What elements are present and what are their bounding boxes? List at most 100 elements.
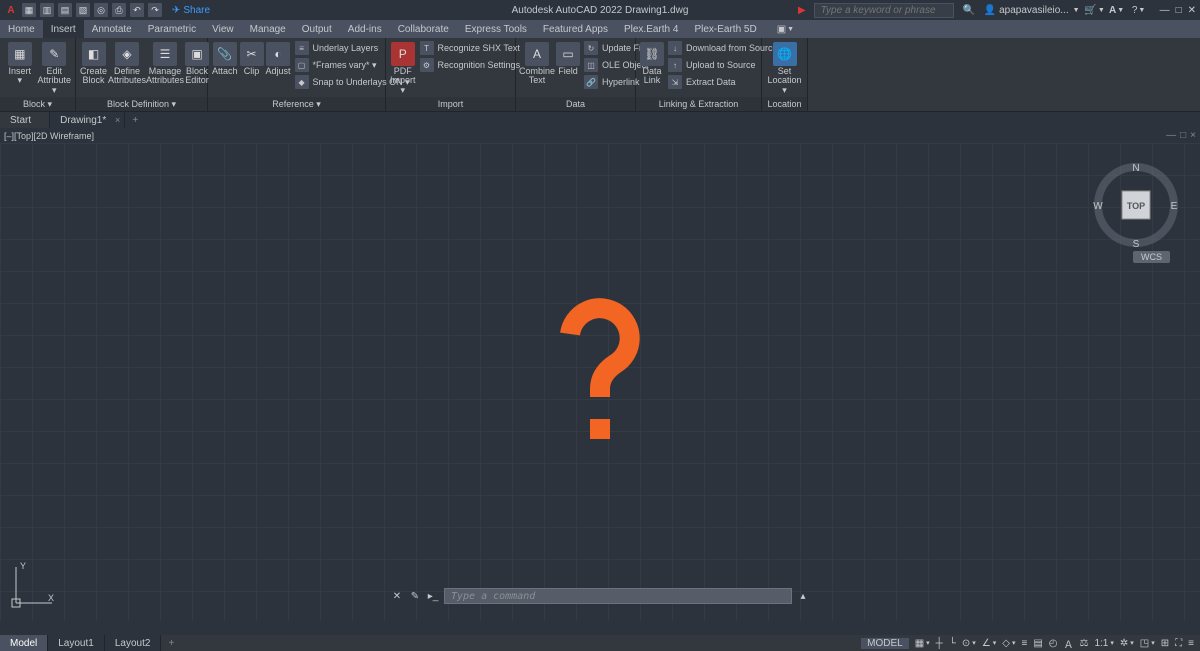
status-scale-button[interactable]: 1:1 ▾: [1094, 638, 1113, 649]
recog-settings-button[interactable]: ⚙Recognition Settings: [418, 57, 523, 73]
combine-text-button[interactable]: ACombine Text: [520, 40, 554, 86]
tab-collaborate[interactable]: Collaborate: [390, 20, 457, 38]
vp-restore-icon[interactable]: □: [1180, 130, 1186, 141]
tab-output[interactable]: Output: [294, 20, 340, 38]
close-icon[interactable]: ✕: [1188, 5, 1196, 16]
field-button[interactable]: ▭Field: [556, 40, 580, 76]
block-editor-button[interactable]: ▣Block Editor: [185, 40, 209, 86]
clip-button[interactable]: ✂Clip: [240, 40, 264, 76]
qat-saveas-icon[interactable]: ▧: [76, 3, 90, 17]
bottom-add-tab[interactable]: +: [161, 635, 181, 651]
svg-text:X: X: [48, 593, 54, 603]
filetab-drawing1[interactable]: Drawing1*×: [50, 112, 125, 128]
tab-insert[interactable]: Insert: [43, 20, 84, 38]
panel-linkext-title: Linking & Extraction: [636, 97, 761, 111]
vp-close-icon[interactable]: ×: [1190, 130, 1196, 141]
cmd-customize-icon[interactable]: ✎: [408, 589, 422, 603]
bottom-tab-model[interactable]: Model: [0, 635, 48, 651]
status-cleanscreen2-icon[interactable]: ⛶: [1175, 638, 1182, 649]
qat-open-icon[interactable]: ▥: [40, 3, 54, 17]
app-logo[interactable]: A: [4, 3, 18, 17]
create-block-button[interactable]: ◧Create Block: [80, 40, 107, 86]
viewport-label[interactable]: [–][Top][2D Wireframe]: [4, 131, 94, 141]
autodesk-icon[interactable]: A▼: [1110, 3, 1124, 17]
tab-view[interactable]: View: [204, 20, 242, 38]
user-menu[interactable]: 👤 apapavasileio... ▼: [984, 5, 1080, 16]
status-snap-icon[interactable]: ┼: [936, 638, 943, 649]
insert-block-button[interactable]: ▦Insert ▾: [4, 40, 35, 86]
status-ortho-icon[interactable]: └: [949, 638, 956, 649]
tab-plex5d[interactable]: Plex-Earth 5D: [686, 20, 764, 38]
adjust-button[interactable]: ◐Adjust: [266, 40, 291, 76]
tab-manage[interactable]: Manage: [242, 20, 294, 38]
bottom-tab-layout1[interactable]: Layout1: [48, 635, 105, 651]
tab-express[interactable]: Express Tools: [457, 20, 535, 38]
ribbon-tabs: Home Insert Annotate Parametric View Man…: [0, 20, 1200, 38]
viewcube[interactable]: TOP N S E W: [1090, 159, 1182, 251]
status-grid-icon[interactable]: ▦ ▾: [915, 638, 930, 649]
manage-attributes-button[interactable]: ☰Manage Attributes: [147, 40, 183, 86]
filetab-start[interactable]: Start: [0, 112, 50, 128]
new-filetab-button[interactable]: +: [125, 112, 145, 128]
cmd-close-icon[interactable]: ✕: [390, 589, 404, 603]
qat-undo-icon[interactable]: ↶: [130, 3, 144, 17]
data-link-button[interactable]: ⛓Data Link: [640, 40, 664, 86]
attach-button[interactable]: 📎Attach: [212, 40, 238, 76]
status-osnap-icon[interactable]: ◇ ▾: [1002, 638, 1015, 649]
qat-web-icon[interactable]: ◎: [94, 3, 108, 17]
status-annotation-icon[interactable]: Ａ: [1064, 636, 1074, 651]
tab-home[interactable]: Home: [0, 20, 43, 38]
status-customize-icon[interactable]: ≡: [1188, 638, 1194, 649]
panel-block-title[interactable]: Block ▾: [0, 97, 75, 111]
define-attributes-button[interactable]: ◈Define Attributes: [109, 40, 145, 86]
search-input[interactable]: [814, 3, 954, 18]
close-tab-icon[interactable]: ×: [115, 115, 120, 125]
minimize-icon[interactable]: —: [1160, 5, 1170, 16]
qat-redo-icon[interactable]: ↷: [148, 3, 162, 17]
cart-icon[interactable]: 🛒▼: [1088, 3, 1102, 17]
status-units-icon[interactable]: ◳ ▾: [1140, 638, 1155, 649]
share-icon: ✈: [172, 5, 180, 16]
tab-featured[interactable]: Featured Apps: [535, 20, 616, 38]
tab-addins[interactable]: Add-ins: [340, 20, 390, 38]
status-polar-icon[interactable]: ⊙ ▾: [962, 638, 976, 649]
status-model-button[interactable]: MODEL: [861, 638, 909, 649]
download-icon: ↓: [668, 41, 682, 55]
status-quickprops-icon[interactable]: ⊞: [1161, 638, 1169, 649]
status-cycle-icon[interactable]: ◴: [1049, 638, 1058, 649]
status-lineweight-icon[interactable]: ≡: [1021, 638, 1027, 649]
panel-data-title: Data: [516, 97, 635, 111]
panel-reference-title[interactable]: Reference ▾: [208, 97, 385, 111]
qat-plot-icon[interactable]: ⎙: [112, 3, 126, 17]
status-annoscale-icon[interactable]: ⚖: [1080, 638, 1089, 649]
ucs-icon[interactable]: Y X: [8, 561, 58, 611]
command-input[interactable]: Type a command: [444, 588, 792, 604]
drawing-canvas[interactable]: Y X TOP N S E W WCS ✕ ✎ ▸_ Type a comman…: [0, 143, 1200, 621]
cmd-history-icon[interactable]: ▴: [796, 589, 810, 603]
cleanscreen-button[interactable]: ▣ ▼: [771, 20, 800, 38]
search-icon[interactable]: 🔍: [962, 3, 976, 17]
field-icon: ▭: [556, 42, 580, 66]
tab-parametric[interactable]: Parametric: [140, 20, 204, 38]
help-icon[interactable]: ?▼: [1132, 3, 1146, 17]
status-gear-icon[interactable]: ✲ ▾: [1120, 638, 1134, 649]
wcs-badge[interactable]: WCS: [1133, 251, 1170, 263]
panel-blockdef-title[interactable]: Block Definition ▾: [76, 97, 207, 111]
set-location-button[interactable]: 🌐Set Location ▾: [766, 40, 803, 95]
edit-attribute-button[interactable]: ✎Edit Attribute ▾: [37, 40, 71, 95]
vp-minimize-icon[interactable]: —: [1166, 130, 1176, 141]
status-iso-icon[interactable]: ∠ ▾: [982, 638, 996, 649]
tab-annotate[interactable]: Annotate: [84, 20, 140, 38]
edit-attribute-icon: ✎: [42, 42, 66, 66]
pdf-import-button[interactable]: PPDF Import ▾: [390, 40, 416, 95]
qat-new-icon[interactable]: ▦: [22, 3, 36, 17]
share-button[interactable]: ✈ Share: [172, 5, 210, 16]
shx-button[interactable]: TRecognize SHX Text: [418, 40, 523, 56]
snap-icon: ◆: [295, 75, 309, 89]
status-transparency-icon[interactable]: ▤: [1033, 638, 1042, 649]
bottom-tab-layout2[interactable]: Layout2: [105, 635, 162, 651]
restore-icon[interactable]: □: [1176, 5, 1182, 16]
svg-text:Y: Y: [20, 561, 26, 571]
qat-save-icon[interactable]: ▤: [58, 3, 72, 17]
tab-plex4[interactable]: Plex.Earth 4: [616, 20, 686, 38]
